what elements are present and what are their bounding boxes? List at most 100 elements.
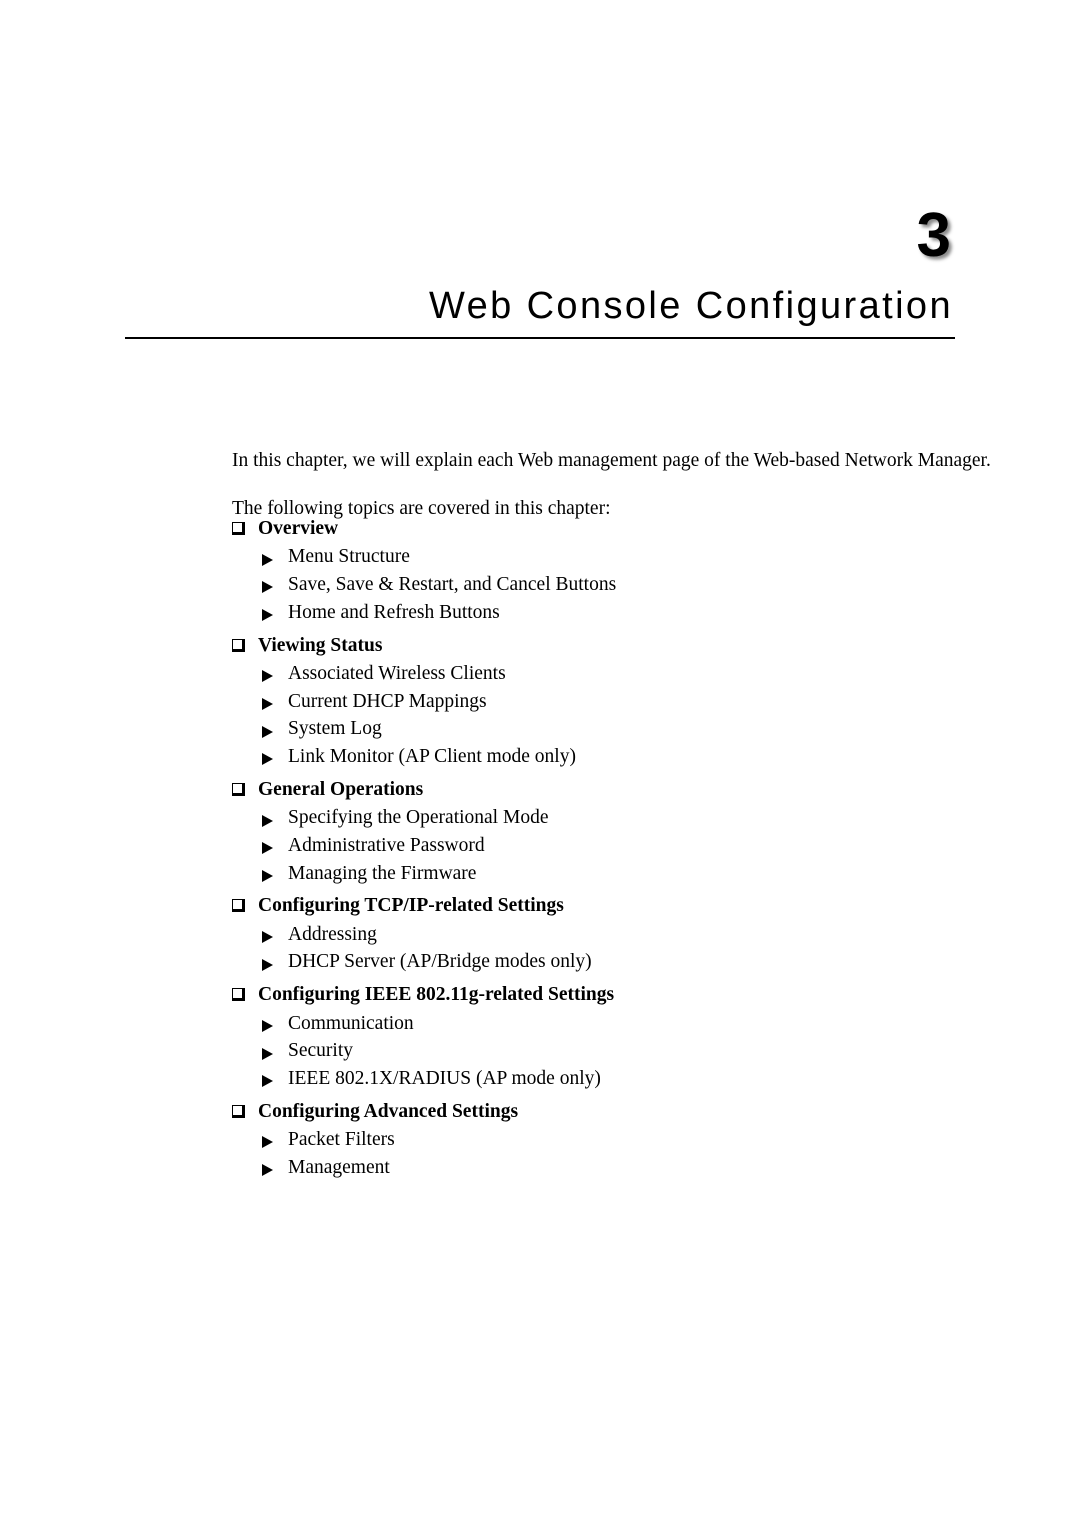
subtopic-item: Save, Save & Restart, and Cancel Buttons: [232, 572, 962, 598]
topic-heading: Overview: [232, 516, 962, 541]
subtopic-label: Specifying the Operational Mode: [288, 807, 549, 829]
subtopic-label: Current DHCP Mappings: [288, 690, 487, 712]
subtopic-item: Communication: [232, 1011, 962, 1037]
arrowhead-bullet-icon: [262, 550, 288, 566]
arrowhead-bullet-glyph: [262, 814, 273, 827]
topic-heading-label: Configuring IEEE 802.11g-related Setting…: [258, 984, 615, 1006]
arrowhead-bullet-icon: [262, 578, 288, 594]
arrowhead-bullet-glyph: [262, 753, 273, 766]
square-outline-bullet-icon: [232, 1104, 258, 1119]
subtopic-label: Associated Wireless Clients: [288, 662, 506, 684]
topic-heading: Configuring Advanced Settings: [232, 1099, 962, 1124]
arrowhead-bullet-icon: [262, 667, 288, 683]
document-page: 3 Web Console Configuration In this chap…: [0, 0, 1080, 1527]
arrowhead-bullet-glyph: [262, 581, 273, 594]
arrowhead-bullet-glyph: [262, 609, 273, 622]
arrowhead-bullet-glyph: [262, 1047, 273, 1060]
subtopic-label: Managing the Firmware: [288, 862, 477, 884]
square-outline-bullet-glyph: [232, 988, 245, 1002]
arrowhead-bullet-icon: [262, 928, 288, 944]
subtopic-item: Administrative Password: [232, 833, 962, 859]
square-outline-bullet-icon: [232, 638, 258, 653]
subtopic-label: Administrative Password: [288, 834, 485, 856]
arrowhead-bullet-icon: [262, 750, 288, 766]
arrowhead-bullet-icon: [262, 867, 288, 883]
topic-group: Configuring IEEE 802.11g-related Setting…: [232, 982, 962, 1092]
subtopic-item: Link Monitor (AP Client mode only): [232, 744, 962, 770]
arrowhead-bullet-glyph: [262, 1136, 273, 1149]
arrowhead-bullet-glyph: [262, 1019, 273, 1032]
arrowhead-bullet-icon: [262, 606, 288, 622]
subtopic-label: Security: [288, 1040, 353, 1062]
chapter-header: 3 Web Console Configuration: [125, 205, 955, 347]
arrowhead-bullet-icon: [262, 1044, 288, 1060]
arrowhead-bullet-glyph: [262, 842, 273, 855]
subtopic-label: Menu Structure: [288, 546, 410, 568]
subtopic-item: System Log: [232, 716, 962, 742]
subtopic-item: Management: [232, 1155, 962, 1181]
square-outline-bullet-glyph: [232, 1104, 245, 1118]
subtopic-item: Specifying the Operational Mode: [232, 805, 962, 831]
subtopic-item: DHCP Server (AP/Bridge modes only): [232, 949, 962, 975]
arrowhead-bullet-glyph: [262, 725, 273, 738]
subtopic-item: IEEE 802.1X/RADIUS (AP mode only): [232, 1066, 962, 1092]
arrowhead-bullet-glyph: [262, 553, 273, 566]
arrowhead-bullet-glyph: [262, 958, 273, 971]
topic-heading-label: Overview: [258, 518, 339, 539]
subtopic-label: Packet Filters: [288, 1129, 395, 1151]
subtopic-label: System Log: [288, 718, 382, 740]
square-outline-bullet-glyph: [232, 522, 245, 535]
chapter-title: Web Console Configuration: [428, 285, 953, 327]
subtopic-label: Management: [288, 1156, 390, 1178]
subtopic-label: Addressing: [288, 923, 377, 945]
arrowhead-bullet-icon: [262, 1133, 288, 1149]
subtopic-label: Home and Refresh Buttons: [288, 601, 500, 623]
square-outline-bullet-glyph: [232, 782, 245, 796]
topic-heading: General Operations: [232, 777, 962, 802]
arrowhead-bullet-icon: [262, 839, 288, 855]
intro-paragraph-1: In this chapter, we will explain each We…: [232, 450, 991, 471]
arrowhead-bullet-icon: [262, 955, 288, 971]
topic-heading: Viewing Status: [232, 633, 962, 658]
subtopic-item: Menu Structure: [232, 544, 962, 570]
chapter-number: 3: [916, 201, 951, 270]
topic-group: Viewing Status Associated Wireless Client…: [232, 633, 962, 770]
arrowhead-bullet-icon: [262, 695, 288, 711]
subtopic-item: Packet Filters: [232, 1127, 962, 1153]
topic-heading: Configuring TCP/IP-related Settings: [232, 893, 962, 918]
topic-heading: Configuring IEEE 802.11g-related Setting…: [232, 982, 962, 1007]
topic-group: Configuring TCP/IP-related Settings Addre…: [232, 893, 962, 975]
arrowhead-bullet-glyph: [262, 931, 273, 944]
subtopic-item: Managing the Firmware: [232, 861, 962, 887]
arrowhead-bullet-icon: [262, 722, 288, 738]
arrowhead-bullet-glyph: [262, 697, 273, 710]
arrowhead-bullet-icon: [262, 1017, 288, 1033]
subtopic-item: Security: [232, 1038, 962, 1064]
topic-heading-label: Configuring TCP/IP-related Settings: [258, 895, 564, 917]
arrowhead-bullet-glyph: [262, 1164, 273, 1177]
arrowhead-bullet-icon: [262, 1072, 288, 1088]
topic-group: Overview Menu Structure Save, Save & Resta…: [232, 516, 962, 626]
square-outline-bullet-icon: [232, 898, 258, 913]
square-outline-bullet-icon: [232, 521, 258, 536]
subtopic-label: IEEE 802.1X/RADIUS (AP mode only): [288, 1068, 601, 1089]
arrowhead-bullet-glyph: [262, 670, 273, 683]
square-outline-bullet-icon: [232, 987, 258, 1002]
arrowhead-bullet-glyph: [262, 869, 273, 882]
subtopic-label: DHCP Server (AP/Bridge modes only): [288, 951, 592, 973]
subtopic-item: Current DHCP Mappings: [232, 689, 962, 715]
subtopic-label: Save, Save & Restart, and Cancel Buttons: [288, 574, 617, 596]
subtopic-label: Communication: [288, 1012, 414, 1034]
arrowhead-bullet-glyph: [262, 1075, 273, 1088]
topic-heading-label: General Operations: [258, 778, 424, 800]
square-outline-bullet-icon: [232, 782, 258, 797]
arrowhead-bullet-icon: [262, 811, 288, 827]
subtopic-item: Home and Refresh Buttons: [232, 600, 962, 626]
subtopic-label: Link Monitor (AP Client mode only): [288, 746, 576, 768]
topic-group: General Operations Specifying the Operati…: [232, 777, 962, 887]
topic-outline: Overview Menu Structure Save, Save & Resta…: [232, 516, 962, 1183]
subtopic-item: Addressing: [232, 922, 962, 948]
topic-heading-label: Configuring Advanced Settings: [258, 1100, 519, 1122]
header-divider: [125, 336, 955, 339]
arrowhead-bullet-icon: [262, 1161, 288, 1177]
